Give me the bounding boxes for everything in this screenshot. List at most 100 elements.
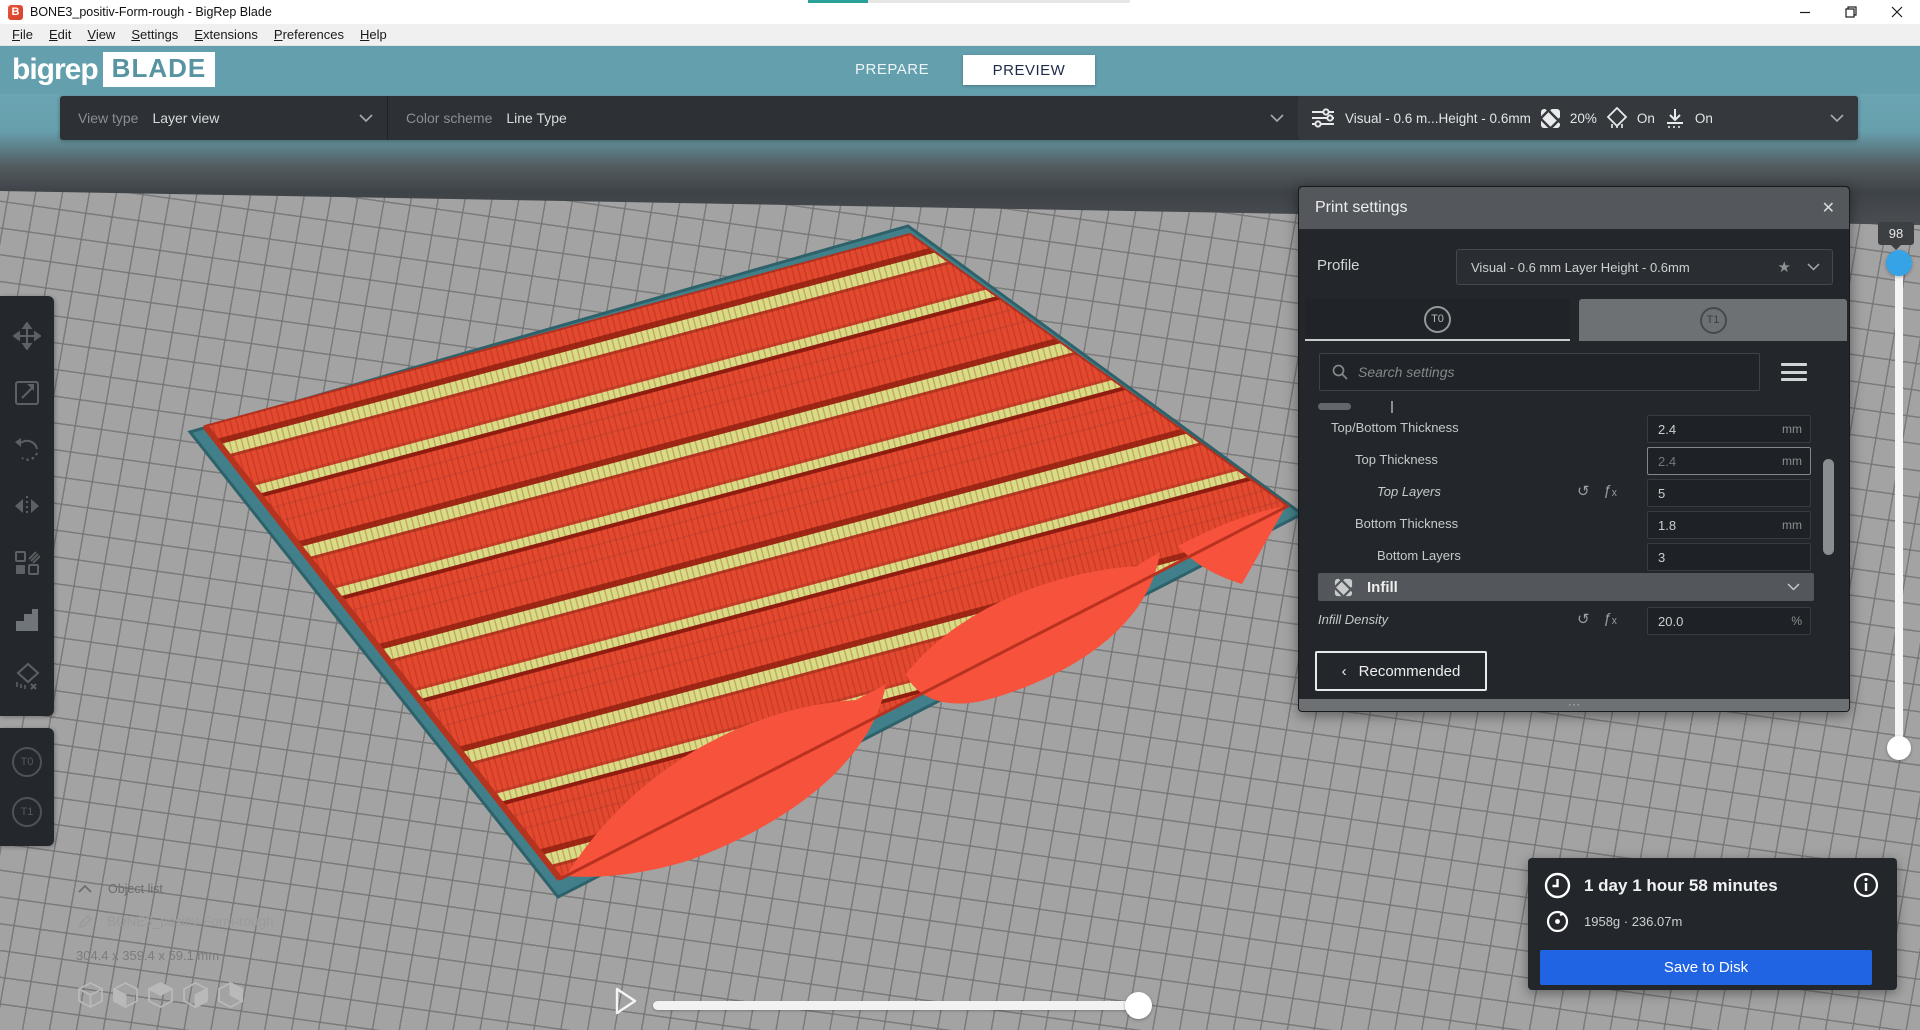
extruder-tabs: T0 T1 — [1299, 299, 1849, 341]
simulation-slider-handle[interactable] — [1125, 992, 1152, 1019]
support-icon — [1606, 107, 1628, 129]
chevron-down-icon — [1270, 114, 1284, 123]
rotate-icon — [14, 436, 41, 463]
stairs-tool-button[interactable] — [10, 603, 44, 637]
simulation-slider[interactable] — [653, 1001, 1147, 1010]
support-blocker-button[interactable] — [10, 659, 44, 693]
settings-menu-icon[interactable] — [1781, 359, 1807, 385]
mirror-tool-button[interactable] — [10, 489, 44, 523]
transform-toolbar — [0, 296, 54, 716]
function-icon[interactable]: ƒₓ — [1604, 482, 1617, 500]
recommended-mode-button[interactable]: ‹ Recommended — [1315, 651, 1487, 691]
tab-extruder-t1[interactable]: T1 — [1579, 299, 1847, 341]
menu-file[interactable]: File — [4, 25, 41, 44]
setting-value-field[interactable]: 2.4 mm — [1647, 447, 1811, 475]
app-icon: B — [8, 5, 23, 20]
revert-icon[interactable]: ↺ — [1577, 482, 1590, 500]
rotate-tool-button[interactable] — [10, 432, 44, 466]
settings-scrollbar[interactable] — [1823, 459, 1834, 555]
function-icon[interactable]: ƒₓ — [1604, 610, 1617, 628]
sliders-icon — [1310, 107, 1336, 129]
infill-icon — [1334, 578, 1353, 597]
setting-row: Bottom Thickness 1.8 mm — [1299, 509, 1849, 541]
tab-extruder-t0[interactable]: T0 — [1305, 299, 1570, 341]
tab-prepare[interactable]: PREPARE — [855, 46, 929, 94]
setting-label: Bottom Thickness — [1355, 516, 1458, 531]
menu-settings[interactable]: Settings — [123, 25, 186, 44]
info-icon[interactable] — [1853, 872, 1879, 903]
chevron-left-icon: ‹ — [1342, 663, 1347, 680]
recommended-label: Recommended — [1359, 663, 1461, 680]
pencil-icon — [78, 914, 93, 929]
view-top-icon[interactable] — [148, 982, 173, 1008]
extruder-t0-icon: T0 — [1424, 306, 1451, 333]
category-infill[interactable]: Infill — [1318, 573, 1814, 601]
setting-value-field[interactable]: 1.8 mm — [1647, 511, 1811, 539]
print-job-panel: 1 day 1 hour 58 minutes 1958g · 236.07m … — [1528, 858, 1897, 990]
settings-search-box[interactable] — [1319, 353, 1760, 391]
print-settings-title: Print settings — [1315, 199, 1407, 217]
app-window: B BONE3_positiv-Form-rough - BigRep Blad… — [0, 0, 1920, 1030]
stage-toolbar: View type Layer view Color scheme Line T… — [60, 96, 1858, 140]
move-tool-button[interactable] — [10, 319, 44, 353]
print-settings-summary[interactable]: Visual - 0.6 m...Height - 0.6mm 20% On O… — [1298, 96, 1858, 140]
save-to-disk-button[interactable]: Save to Disk — [1540, 950, 1872, 985]
extruder-t0-button[interactable]: T0 — [12, 747, 42, 777]
summary-infill: 20% — [1570, 111, 1597, 126]
menu-view[interactable]: View — [79, 25, 123, 44]
setting-value-field[interactable]: 3 — [1647, 543, 1811, 571]
menu-edit[interactable]: Edit — [41, 25, 79, 44]
summary-adhesion: On — [1695, 111, 1713, 126]
minimize-button[interactable] — [1782, 0, 1828, 24]
object-name: BONE3_positiv-Form-rough — [107, 914, 274, 929]
restore-button[interactable] — [1828, 0, 1874, 24]
object-list-toggle[interactable]: Object list — [78, 882, 163, 896]
per-model-settings-icon — [14, 550, 40, 576]
per-model-settings-button[interactable] — [10, 546, 44, 580]
extruder-t1-icon: T1 — [1700, 307, 1727, 334]
scale-tool-button[interactable] — [10, 376, 44, 410]
chevron-down-icon — [1771, 583, 1800, 591]
layer-slider-bottom-handle[interactable] — [1887, 736, 1911, 760]
layer-number-tooltip: 98 — [1878, 222, 1914, 245]
category-label: Infill — [1367, 579, 1398, 596]
top-progress-strip-rest — [868, 0, 1130, 3]
color-scheme-dropdown[interactable]: Color scheme Line Type — [388, 96, 1298, 140]
setting-value-field[interactable]: 20.0 % — [1647, 607, 1811, 635]
layer-slider-top-handle[interactable] — [1886, 250, 1912, 276]
view-3d-icon[interactable] — [78, 982, 103, 1008]
chevron-up-icon — [78, 885, 92, 893]
menu-preferences[interactable]: Preferences — [266, 25, 352, 44]
extruder-t1-label: T1 — [21, 806, 34, 818]
close-icon[interactable]: ✕ — [1822, 198, 1835, 218]
clock-icon — [1544, 872, 1571, 904]
search-input[interactable] — [1358, 364, 1688, 380]
play-button[interactable] — [614, 987, 638, 1020]
clipped-slider-tick — [1391, 401, 1393, 413]
mirror-icon — [13, 494, 41, 518]
view-front-icon[interactable] — [113, 982, 138, 1008]
view-type-dropdown[interactable]: View type Layer view — [60, 96, 388, 140]
view-right-icon[interactable] — [218, 982, 243, 1008]
setting-value-field[interactable]: 2.4 mm — [1647, 415, 1811, 443]
setting-row: Infill Density ↺ ƒₓ 20.0 % — [1299, 605, 1849, 637]
star-icon[interactable]: ★ — [1778, 258, 1791, 276]
tab-preview[interactable]: PREVIEW — [963, 55, 1095, 85]
view-left-icon[interactable] — [183, 982, 208, 1008]
infill-icon — [1540, 108, 1561, 129]
setting-label: Infill Density — [1318, 612, 1388, 627]
panel-resize-handle[interactable]: ⋯ — [1299, 699, 1849, 711]
setting-value-field[interactable]: 5 — [1647, 479, 1811, 507]
summary-profile: Visual - 0.6 m...Height - 0.6mm — [1345, 111, 1531, 126]
menu-extensions[interactable]: Extensions — [186, 25, 266, 44]
object-list-item[interactable]: BONE3_positiv-Form-rough — [78, 914, 274, 929]
layer-slider[interactable] — [1895, 252, 1903, 754]
menu-help[interactable]: Help — [352, 25, 395, 44]
close-button[interactable] — [1874, 0, 1920, 24]
extruder-t1-button[interactable]: T1 — [12, 797, 42, 827]
clipped-slider-fragment — [1318, 403, 1351, 410]
revert-icon[interactable]: ↺ — [1577, 610, 1590, 628]
print-settings-header[interactable]: Print settings ✕ — [1299, 187, 1849, 229]
print-time-estimate: 1 day 1 hour 58 minutes — [1584, 876, 1778, 896]
profile-dropdown[interactable]: Visual - 0.6 mm Layer Height - 0.6mm ★ — [1456, 249, 1833, 285]
